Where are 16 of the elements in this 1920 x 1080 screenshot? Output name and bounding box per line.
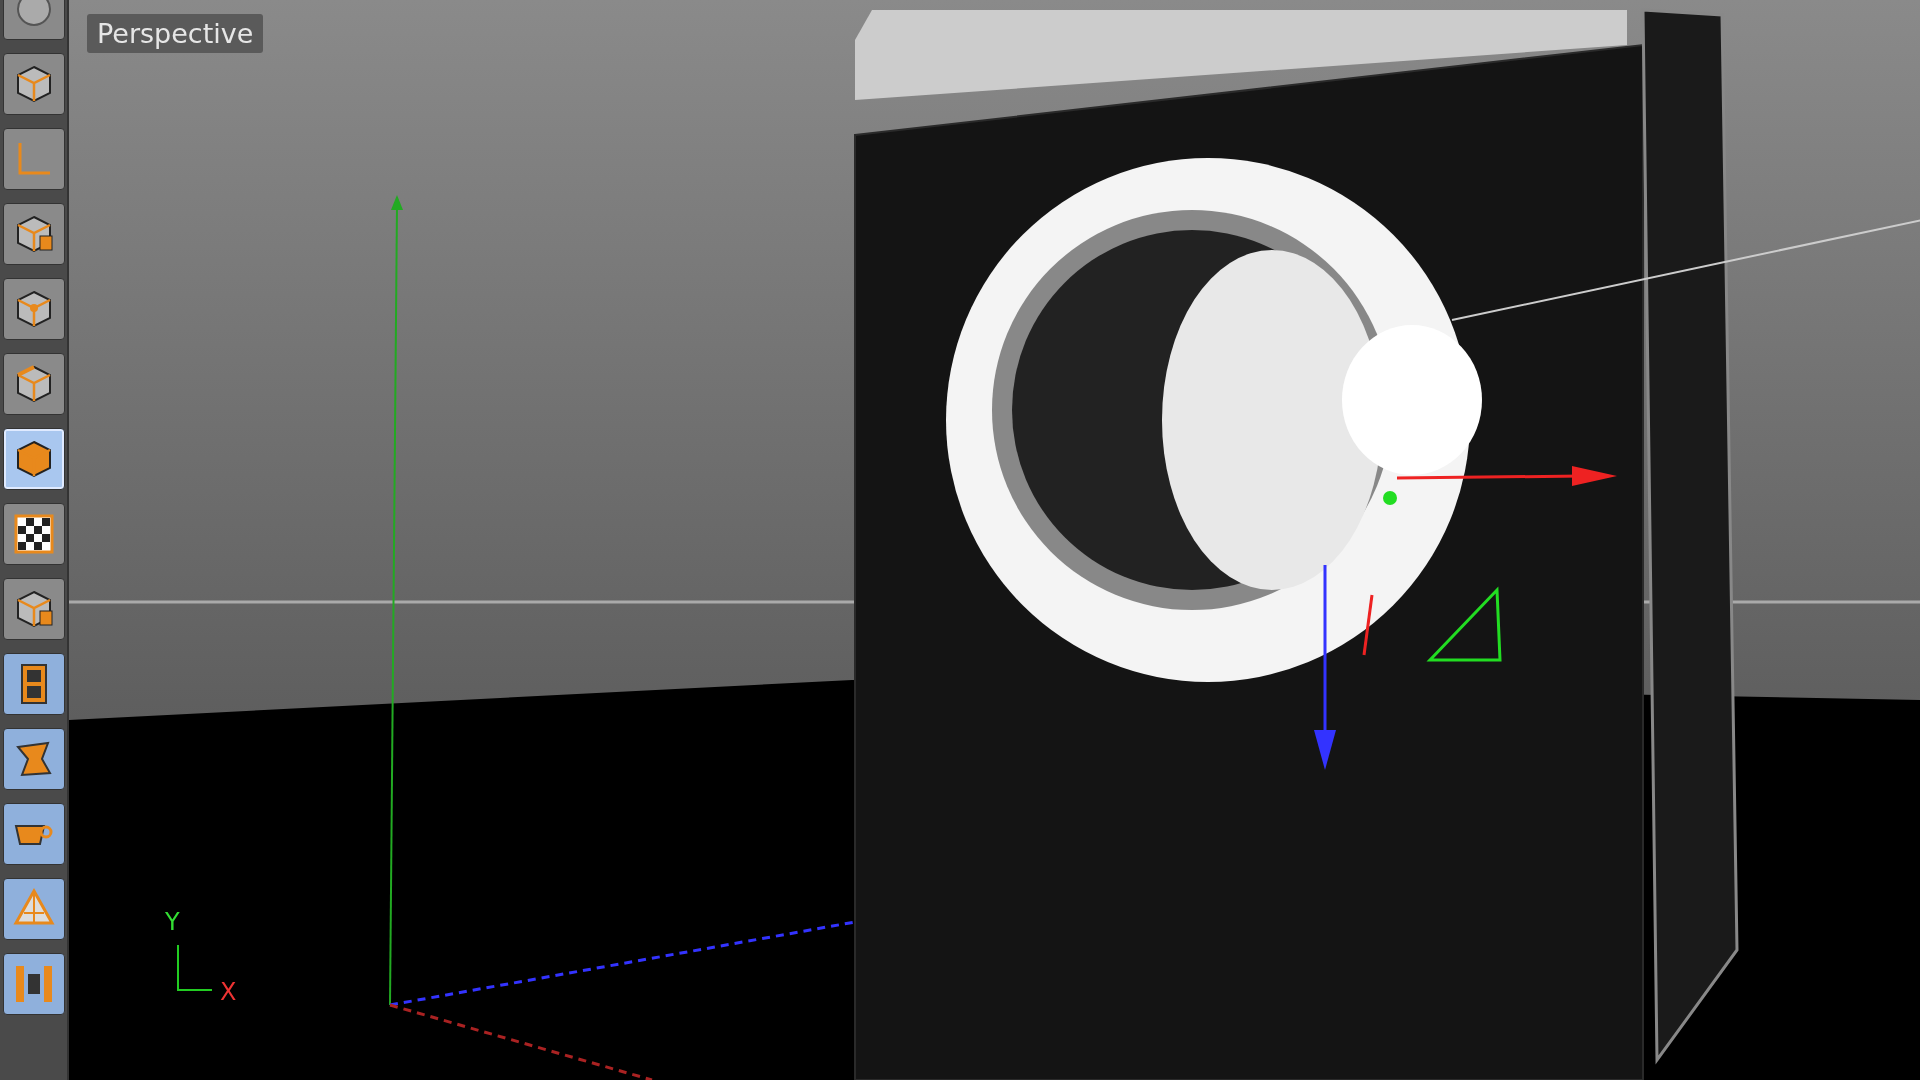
toolbar-button[interactable] — [2, 803, 65, 865]
toolbar-button[interactable] — [2, 353, 65, 415]
toolbar-button[interactable] — [2, 728, 65, 790]
toolbar-button[interactable] — [2, 953, 65, 1015]
toolbar-button[interactable] — [2, 878, 65, 940]
axis-indicator-icon — [177, 944, 213, 991]
x-axis-label: X — [220, 978, 237, 1006]
toolbar-button[interactable] — [2, 53, 65, 115]
toolbar-button[interactable] — [2, 653, 65, 715]
toolbar-button[interactable] — [2, 203, 65, 265]
toolbar-button[interactable] — [2, 428, 65, 490]
y-axis-label: Y — [165, 908, 180, 936]
toolbar-button[interactable] — [2, 578, 65, 640]
viewport-title: Perspective — [87, 14, 264, 53]
toolbar-button[interactable] — [2, 503, 65, 565]
toolbar-button[interactable] — [2, 278, 65, 340]
